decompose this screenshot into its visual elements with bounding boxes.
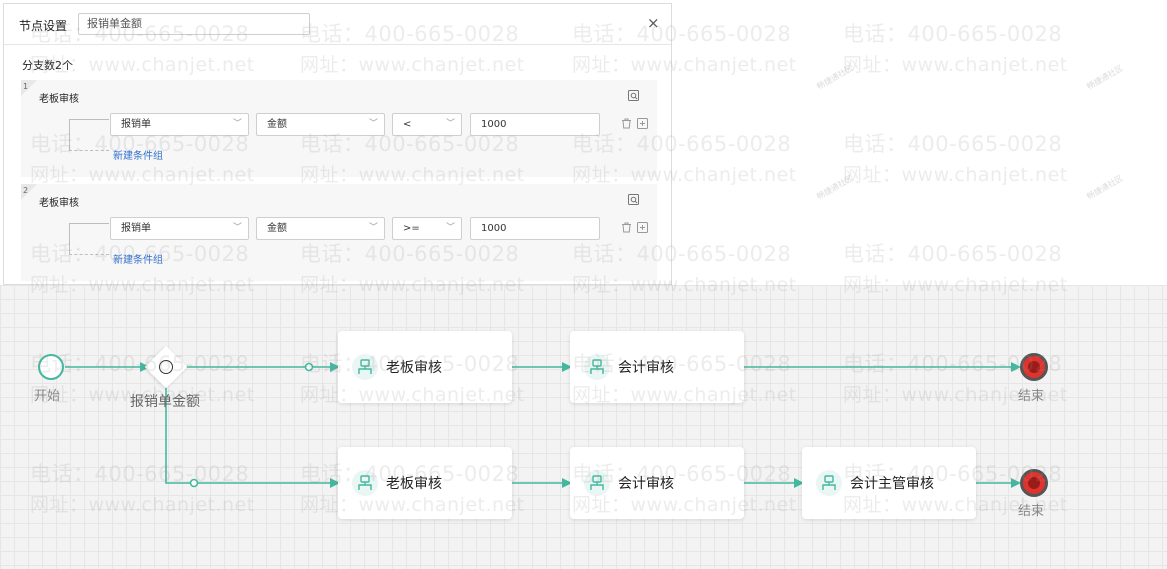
approval-node[interactable]: 会计主管审核: [802, 447, 976, 519]
approver-icon: [352, 470, 378, 496]
approver-icon: [584, 354, 610, 380]
branch-number: 2: [23, 186, 29, 195]
approver-icon: [584, 470, 610, 496]
end-event[interactable]: [1020, 469, 1048, 497]
plus-square-icon[interactable]: [637, 118, 648, 132]
field-select[interactable]: 金额 ﹀: [256, 217, 385, 240]
start-label: 开始: [34, 389, 61, 404]
approval-node[interactable]: 老板审核: [338, 331, 512, 403]
condition-connector: [69, 119, 109, 151]
field-select[interactable]: 金额 ﹀: [256, 113, 385, 136]
form-select[interactable]: 报销单 ﹀: [110, 113, 249, 136]
end-dot-icon: [1028, 361, 1040, 373]
trash-icon[interactable]: [621, 222, 632, 236]
chevron-down-icon: ﹀: [368, 223, 378, 233]
branch-name: 老板审核: [39, 198, 79, 209]
chevron-down-icon: ﹀: [368, 119, 378, 129]
approval-node[interactable]: 会计审核: [570, 331, 744, 403]
branch-card: 1 老板审核 报销单 ﹀ 金额 ﹀ < ﹀ 1000 新建条件组: [21, 80, 657, 177]
node-settings-panel: 节点设置 报销单金额 × 分支数2个 1 老板审核 报销单 ﹀ 金额 ﹀ < ﹀ 10…: [3, 3, 672, 285]
end-label: 结束: [1018, 504, 1045, 519]
flow-canvas[interactable]: 开始 报销单金额 老板审核 会计审核 结束 老板审核 会计审核 会计主管审核 结…: [0, 285, 1167, 569]
new-condition-group-link[interactable]: 新建条件组: [113, 147, 163, 162]
form-select[interactable]: 报销单 ﹀: [110, 217, 249, 240]
value-input[interactable]: 1000: [470, 217, 600, 240]
node-settings-icon[interactable]: [628, 194, 642, 208]
new-condition-group-link[interactable]: 新建条件组: [113, 251, 163, 266]
chevron-down-icon: ﹀: [445, 223, 455, 233]
branch-name: 老板审核: [39, 94, 79, 105]
branch-number: 1: [23, 82, 29, 91]
node-name-input[interactable]: 报销单金额: [78, 13, 310, 35]
end-event[interactable]: [1020, 353, 1048, 381]
condition-connector: [69, 223, 109, 255]
operator-select[interactable]: >= ﹀: [392, 217, 462, 240]
end-dot-icon: [1028, 477, 1040, 489]
flow-edges: [65, 362, 1021, 488]
operator-select[interactable]: < ﹀: [392, 113, 462, 136]
approval-node[interactable]: 会计审核: [570, 447, 744, 519]
chevron-down-icon: ﹀: [232, 119, 242, 129]
node-label: 老板审核: [386, 360, 442, 376]
start-event[interactable]: [38, 354, 64, 380]
approver-icon: [816, 470, 842, 496]
gateway-circle-icon: [159, 360, 173, 374]
chevron-down-icon: ﹀: [232, 223, 242, 233]
close-icon[interactable]: ×: [647, 14, 660, 32]
trash-icon[interactable]: [621, 118, 632, 132]
branch-count: 分支数2个: [22, 59, 73, 72]
branch-card: 2 老板审核 报销单 ﹀ 金额 ﹀ >= ﹀ 1000 新建条件组: [21, 184, 657, 281]
end-label: 结束: [1018, 389, 1045, 404]
node-label: 会计审核: [618, 476, 674, 492]
approver-icon: [352, 354, 378, 380]
panel-title: 节点设置: [19, 19, 68, 33]
node-label: 会计主管审核: [850, 476, 934, 492]
gateway-label: 报销单金额: [130, 394, 200, 410]
approval-node[interactable]: 老板审核: [338, 447, 512, 519]
node-settings-icon[interactable]: [628, 90, 642, 104]
node-label: 老板审核: [386, 476, 442, 492]
chevron-down-icon: ﹀: [445, 119, 455, 129]
node-label: 会计审核: [618, 360, 674, 376]
plus-square-icon[interactable]: [637, 222, 648, 236]
value-input[interactable]: 1000: [470, 113, 600, 136]
panel-header: 节点设置 报销单金额 ×: [4, 4, 671, 45]
